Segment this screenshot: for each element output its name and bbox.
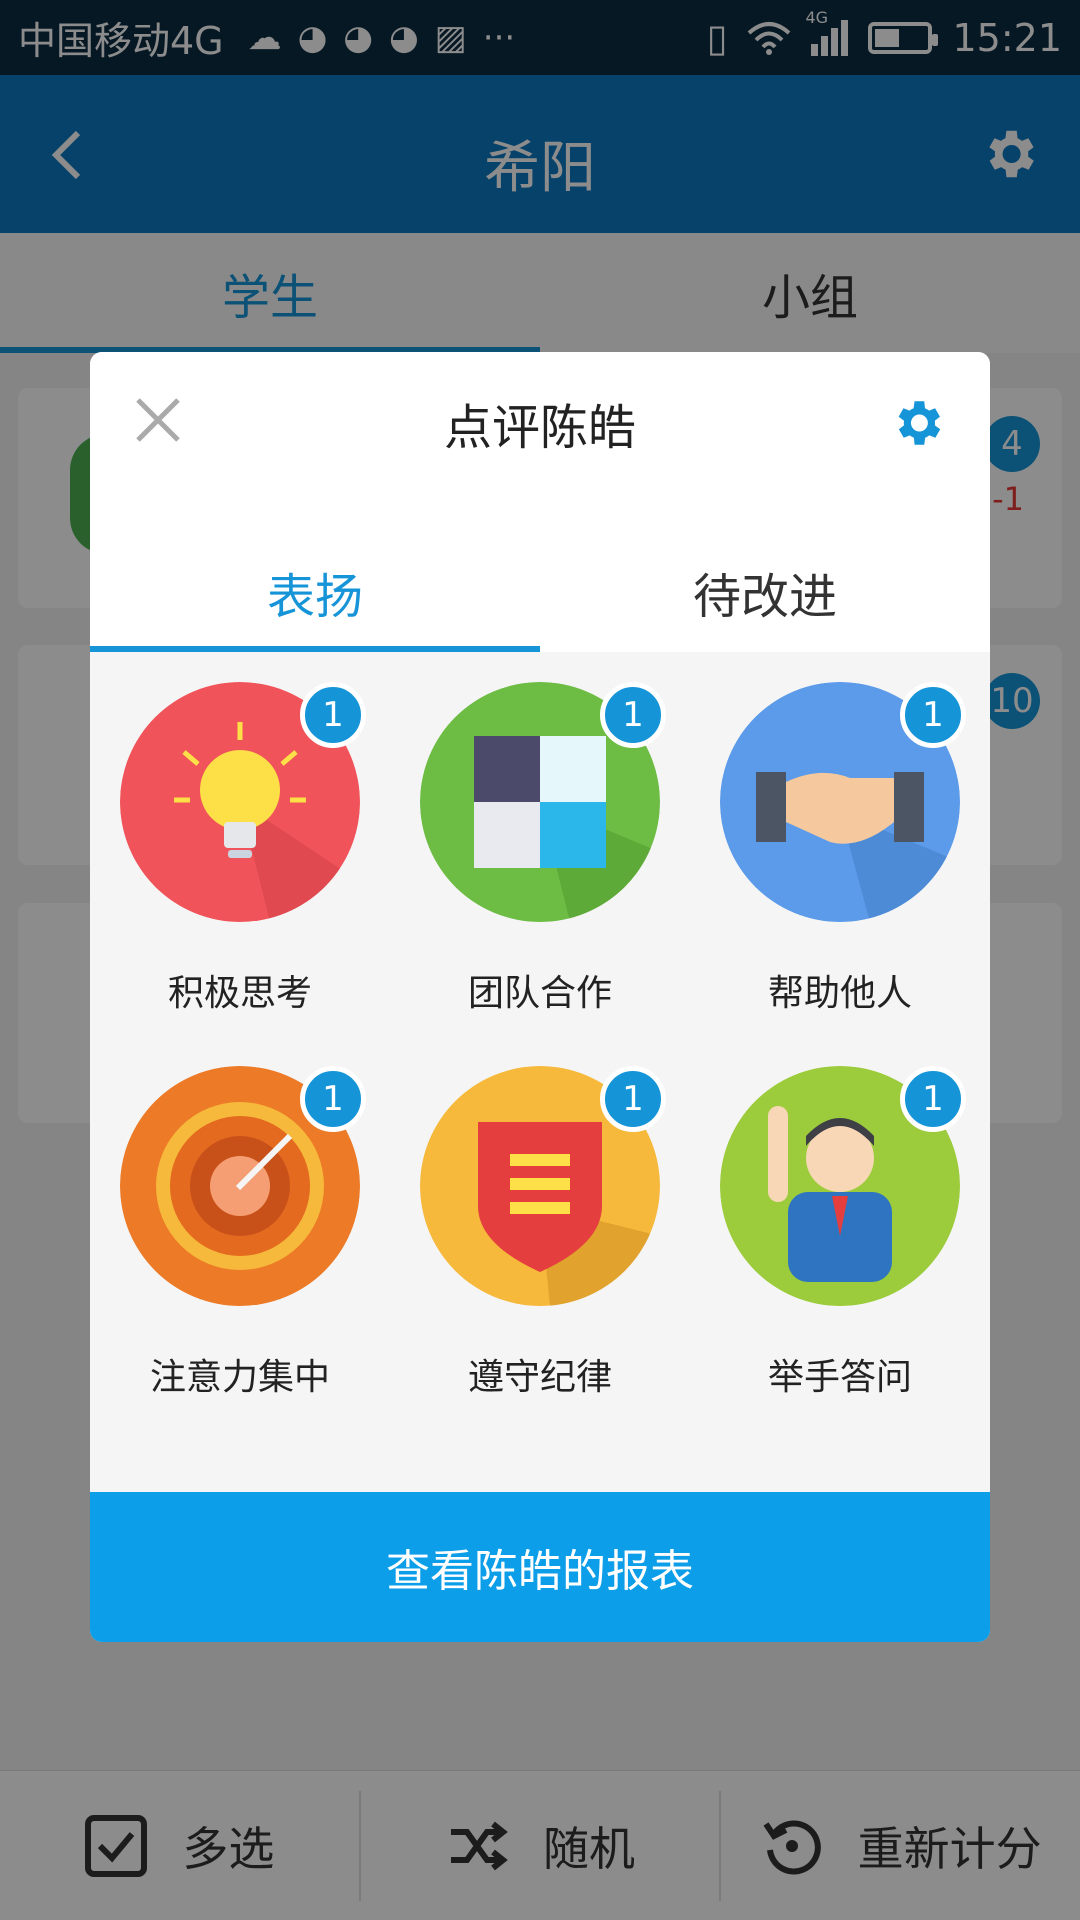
behavior-item[interactable]: 1 注意力集中 (90, 1066, 390, 1400)
gear-icon[interactable] (888, 394, 946, 452)
count-badge: 1 (900, 1066, 966, 1132)
count-badge: 1 (900, 682, 966, 748)
count-badge: 1 (300, 682, 366, 748)
dialog-tabs: 表扬 待改进 (90, 532, 990, 652)
behavior-label: 举手答问 (767, 1357, 912, 1398)
behavior-label: 遵守纪律 (467, 1357, 612, 1398)
behavior-label: 积极思考 (167, 973, 312, 1014)
review-dialog: 点评陈皓 表扬 待改进 1 积极思考 1 团队合作 1 帮助他人 1 注意力集中… (90, 352, 990, 1642)
behavior-item[interactable]: 1 帮助他人 (690, 682, 990, 1016)
behavior-label: 注意力集中 (149, 1357, 330, 1398)
tab-to-improve[interactable]: 待改进 (540, 532, 990, 652)
behavior-label: 帮助他人 (767, 973, 912, 1014)
behavior-item[interactable]: 1 遵守纪律 (390, 1066, 690, 1400)
count-badge: 1 (300, 1066, 366, 1132)
behavior-label: 团队合作 (467, 973, 612, 1014)
count-badge: 1 (600, 682, 666, 748)
dialog-header: 点评陈皓 表扬 待改进 (90, 352, 990, 652)
behavior-item[interactable]: 1 积极思考 (90, 682, 390, 1016)
dialog-title: 点评陈皓 (443, 400, 636, 456)
behavior-item[interactable]: 1 团队合作 (390, 682, 690, 1016)
view-report-button[interactable]: 查看陈皓的报表 (90, 1492, 990, 1642)
behavior-item[interactable]: 1 举手答问 (690, 1066, 990, 1400)
behavior-grid: 1 积极思考 1 团队合作 1 帮助他人 1 注意力集中 1 遵守纪律 1 举手… (90, 682, 990, 1400)
count-badge: 1 (600, 1066, 666, 1132)
tab-praise[interactable]: 表扬 (90, 532, 540, 652)
